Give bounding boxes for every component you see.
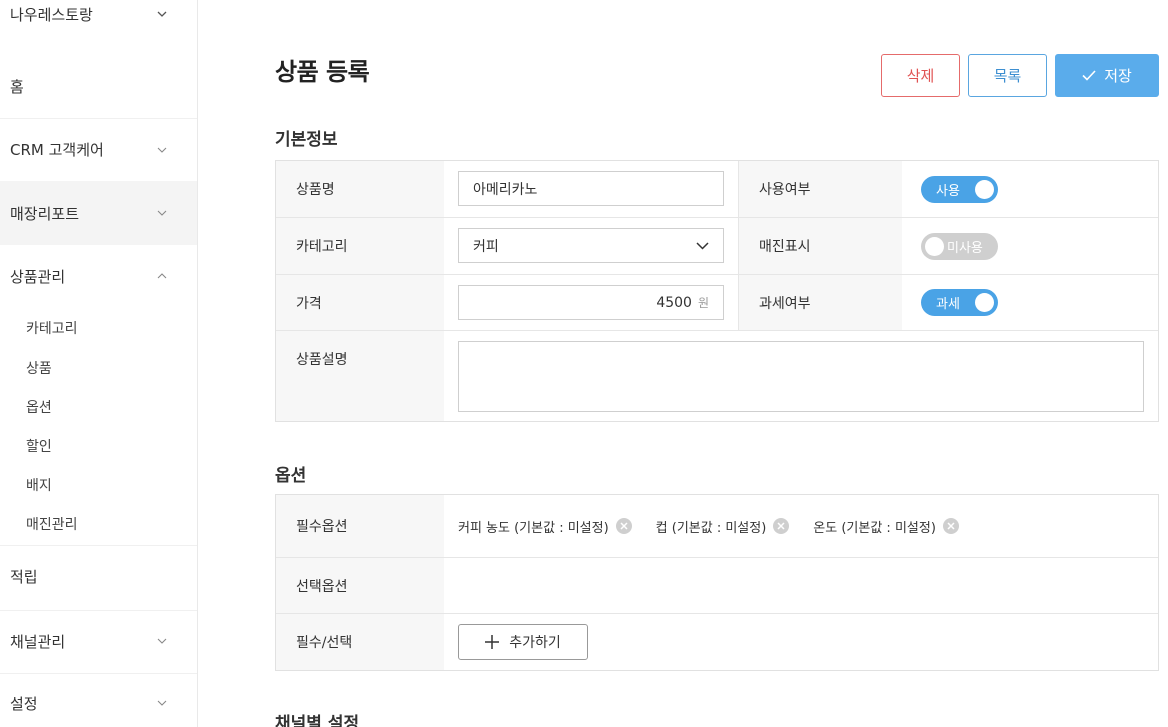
sidebar-item-label: 적립 bbox=[10, 567, 38, 586]
use-toggle[interactable]: 사용 bbox=[921, 176, 998, 203]
sidebar-item-label: CRM 고객케어 bbox=[10, 141, 104, 159]
form-row-name: 상품명 아메리카노 사용여부 사용 bbox=[276, 161, 1158, 218]
option-tag: 커피 농도 (기본값 : 미설정) bbox=[458, 517, 632, 536]
remove-icon[interactable] bbox=[773, 518, 790, 534]
option-tag: 컵 (기본값 : 미설정) bbox=[656, 517, 790, 536]
form-row-category: 카테고리 커피 매진표시 미사용 bbox=[276, 218, 1158, 275]
sidebar-subitem-badge[interactable]: 배지 bbox=[26, 475, 52, 495]
required-select-label: 필수/선택 bbox=[276, 614, 444, 670]
options-title: 옵션 bbox=[275, 466, 307, 486]
form-row-description: 상품설명 bbox=[276, 331, 1158, 421]
check-icon bbox=[1082, 70, 1096, 81]
list-button-label: 목록 bbox=[993, 67, 1022, 85]
option-tag-label: 커피 농도 (기본값 : 미설정) bbox=[458, 520, 609, 536]
chevron-up-icon bbox=[157, 271, 167, 281]
chevron-down-icon bbox=[157, 208, 167, 218]
required-options-label: 필수옵션 bbox=[276, 495, 444, 557]
save-button-label: 저장 bbox=[1104, 67, 1132, 85]
price-unit: 원 bbox=[697, 296, 709, 310]
basic-info-form: 상품명 아메리카노 사용여부 사용 카테고리 커피 매진표시 미사용 가격 45… bbox=[275, 160, 1159, 422]
remove-icon[interactable] bbox=[615, 518, 632, 534]
option-tag: 온도 (기본값 : 미설정) bbox=[813, 517, 959, 536]
soldout-toggle-label: 미사용 bbox=[947, 241, 983, 256]
sidebar-item-product-mgmt[interactable]: 상품관리 bbox=[0, 246, 197, 306]
tax-label: 과세여부 bbox=[738, 275, 902, 330]
delete-button[interactable]: 삭제 bbox=[881, 54, 960, 97]
use-toggle-label: 사용 bbox=[936, 184, 960, 199]
category-value: 커피 bbox=[473, 238, 499, 255]
product-name-value: 아메리카노 bbox=[473, 181, 538, 198]
remove-icon[interactable] bbox=[942, 518, 959, 534]
description-textarea[interactable] bbox=[458, 341, 1144, 412]
sidebar-item-label: 설정 bbox=[10, 694, 38, 713]
form-row-price: 가격 4500 원 과세여부 과세 bbox=[276, 275, 1158, 331]
chevron-down-icon bbox=[157, 9, 167, 19]
add-option-label: 추가하기 bbox=[509, 635, 561, 651]
tax-toggle[interactable]: 과세 bbox=[921, 289, 998, 316]
sidebar-subitem-product[interactable]: 상품 bbox=[26, 358, 52, 378]
basic-info-title: 기본정보 bbox=[275, 130, 338, 150]
delete-button-label: 삭제 bbox=[906, 67, 935, 85]
product-name-input[interactable]: 아메리카노 bbox=[458, 171, 724, 206]
price-input[interactable]: 4500 원 bbox=[458, 285, 724, 320]
sidebar-item-report[interactable]: 매장리포트 bbox=[0, 181, 197, 245]
price-label: 가격 bbox=[276, 275, 444, 330]
channel-settings-title: 채널별 설정 bbox=[275, 714, 360, 727]
chevron-down-icon bbox=[157, 145, 167, 155]
sidebar-subitem-soldout[interactable]: 매진관리 bbox=[26, 514, 78, 534]
tax-toggle-label: 과세 bbox=[936, 297, 960, 312]
sidebar-item-home[interactable]: 홈 bbox=[0, 68, 197, 104]
options-form: 필수옵션 커피 농도 (기본값 : 미설정) 컵 (기본값 : 미설정) 온도 … bbox=[275, 494, 1159, 671]
use-label: 사용여부 bbox=[738, 161, 902, 217]
toggle-knob bbox=[975, 293, 994, 312]
chevron-down-icon bbox=[157, 636, 167, 646]
add-option-button[interactable]: 추가하기 bbox=[458, 624, 588, 660]
option-tag-label: 컵 (기본값 : 미설정) bbox=[655, 520, 767, 536]
list-button[interactable]: 목록 bbox=[968, 54, 1047, 97]
main-content: 상품 등록 삭제 목록 저장 기본정보 상품명 아메리카노 사용여부 사용 카테… bbox=[198, 0, 1168, 727]
sidebar-subitem-category[interactable]: 카테고리 bbox=[26, 318, 78, 338]
sidebar-item-label: 매장리포트 bbox=[10, 204, 80, 223]
name-label: 상품명 bbox=[276, 161, 444, 217]
sidebar: 나우레스토랑 홈 CRM 고객케어 매장리포트 상품관리 카테고리 상품 옵션 … bbox=[0, 0, 198, 727]
store-selector[interactable]: 나우레스토랑 bbox=[0, 0, 197, 28]
form-row-required-select: 필수/선택 추가하기 bbox=[276, 614, 1158, 670]
toggle-knob bbox=[925, 237, 944, 256]
price-value: 4500 bbox=[656, 294, 692, 311]
description-label: 상품설명 bbox=[276, 331, 444, 421]
sidebar-item-settings[interactable]: 설정 bbox=[0, 674, 197, 727]
form-row-required-options: 필수옵션 커피 농도 (기본값 : 미설정) 컵 (기본값 : 미설정) 온도 … bbox=[276, 495, 1158, 558]
required-option-tags: 커피 농도 (기본값 : 미설정) 컵 (기본값 : 미설정) 온도 (기본값 … bbox=[458, 495, 983, 557]
optional-options-label: 선택옵션 bbox=[276, 558, 444, 613]
sidebar-subitem-discount[interactable]: 할인 bbox=[26, 436, 52, 456]
sidebar-item-crm[interactable]: CRM 고객케어 bbox=[0, 119, 197, 180]
option-tag-label: 온도 (기본값 : 미설정) bbox=[813, 520, 936, 536]
sidebar-item-label: 채널관리 bbox=[10, 632, 66, 651]
plus-icon bbox=[485, 635, 500, 649]
save-button[interactable]: 저장 bbox=[1055, 54, 1159, 97]
category-select[interactable]: 커피 bbox=[458, 228, 724, 263]
sidebar-subitem-option[interactable]: 옵션 bbox=[26, 397, 52, 417]
page-title: 상품 등록 bbox=[275, 58, 370, 86]
soldout-toggle[interactable]: 미사용 bbox=[921, 233, 998, 260]
soldout-label: 매진표시 bbox=[738, 218, 902, 274]
store-name: 나우레스토랑 bbox=[10, 5, 93, 24]
sidebar-item-label: 상품관리 bbox=[10, 267, 66, 286]
toggle-knob bbox=[975, 180, 994, 199]
form-row-optional-options: 선택옵션 bbox=[276, 558, 1158, 614]
sidebar-item-label: 홈 bbox=[10, 77, 24, 96]
chevron-down-icon bbox=[696, 241, 709, 250]
sidebar-item-channel[interactable]: 채널관리 bbox=[0, 611, 197, 671]
sidebar-item-points[interactable]: 적립 bbox=[0, 546, 197, 606]
chevron-down-icon bbox=[157, 698, 167, 708]
category-label: 카테고리 bbox=[276, 218, 444, 274]
